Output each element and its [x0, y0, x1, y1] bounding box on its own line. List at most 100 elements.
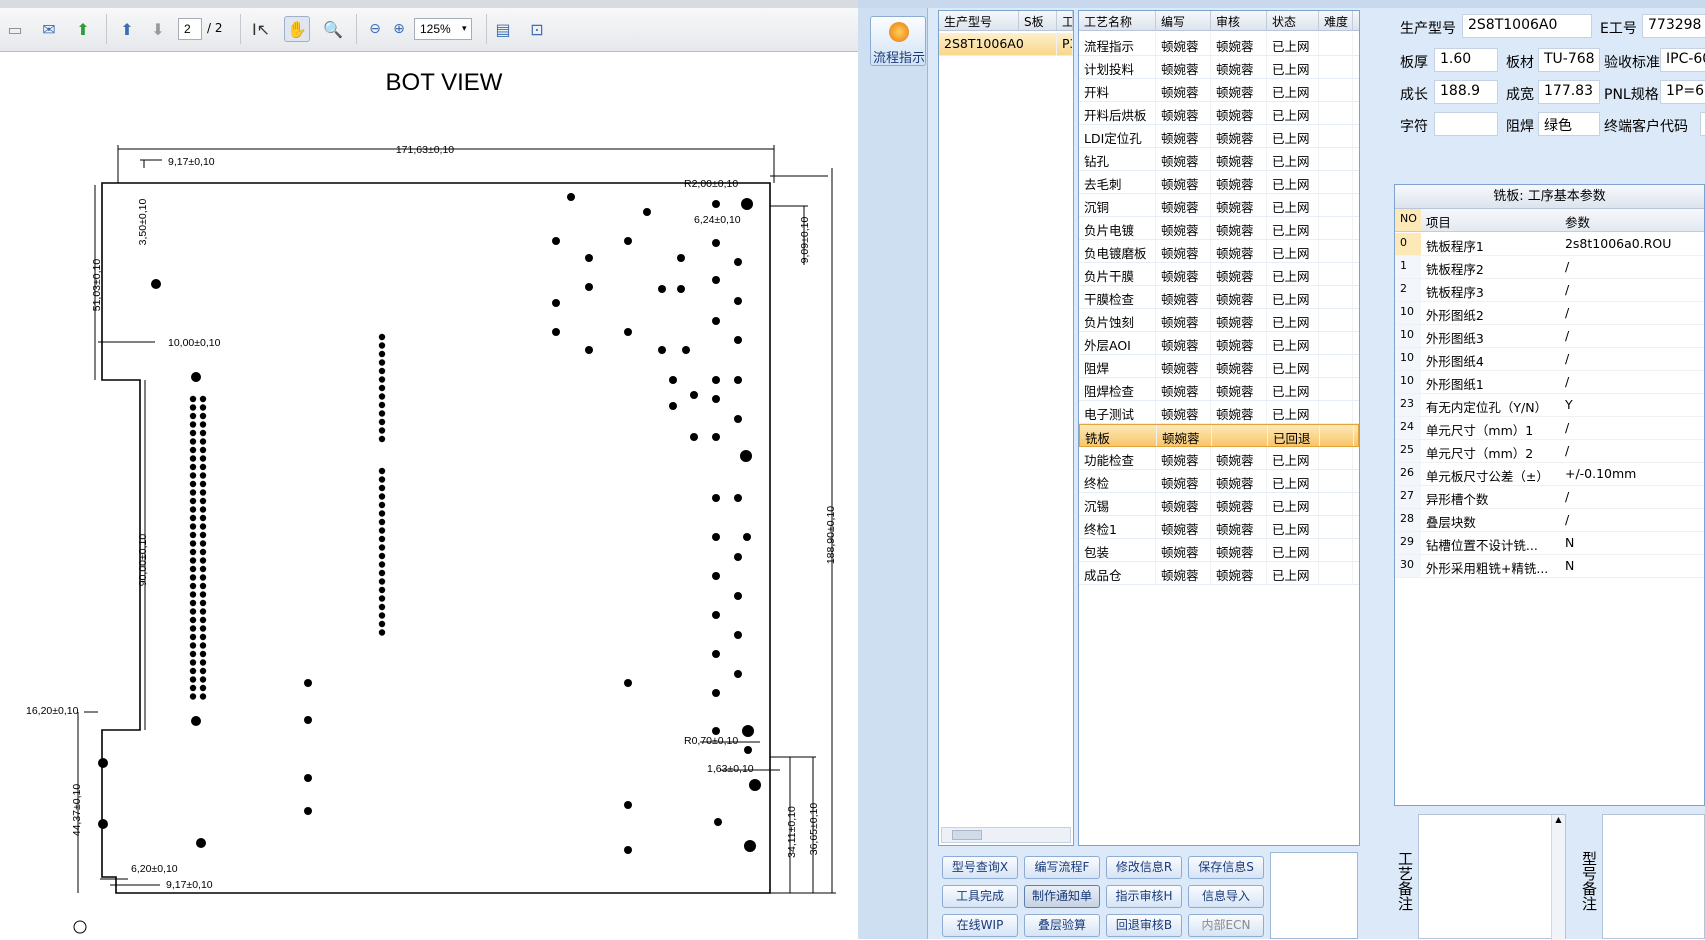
zoom-out-icon[interactable]: ⊖ — [362, 16, 388, 42]
chevron-down-icon[interactable]: ▾ — [462, 24, 467, 34]
action-button[interactable]: 修改信息R — [1106, 856, 1182, 879]
param-row[interactable]: 10 外形图纸4 / — [1395, 348, 1704, 371]
model-field[interactable]: 2S8T1006A0 — [1462, 14, 1592, 38]
action-button[interactable]: 型号查询X — [942, 856, 1018, 879]
process-row[interactable]: 负电镀磨板 顿婉蓉 顿婉蓉 已上网 — [1079, 240, 1359, 263]
model-note-textarea[interactable] — [1602, 814, 1705, 939]
drill-hole — [189, 574, 197, 581]
process-row[interactable]: 阻焊 顿婉蓉 顿婉蓉 已上网 — [1079, 355, 1359, 378]
drill-hole — [189, 650, 197, 658]
save-icon[interactable]: ▭ — [2, 16, 28, 42]
action-button[interactable]: 在线WIP — [942, 914, 1018, 937]
action-button[interactable]: 编写流程F — [1024, 856, 1100, 879]
fit-width-icon[interactable]: ⊡ — [524, 16, 550, 42]
pnl-field[interactable]: 1P=6U — [1660, 80, 1705, 104]
horizontal-scrollbar[interactable] — [941, 827, 1071, 843]
action-button[interactable]: 保存信息S — [1188, 856, 1264, 879]
column-header[interactable]: 编写 — [1156, 11, 1211, 30]
process-row[interactable]: 功能检查 顿婉蓉 顿婉蓉 已上网 — [1079, 447, 1359, 470]
fit-page-icon[interactable]: ▤ — [490, 16, 516, 42]
column-header[interactable]: NO — [1395, 209, 1421, 231]
column-header[interactable]: 工艺名称 — [1079, 11, 1156, 30]
email-icon[interactable]: ✉ — [36, 16, 62, 42]
drill-hole — [189, 472, 197, 479]
process-row[interactable]: 计划投料 顿婉蓉 顿婉蓉 已上网 — [1079, 56, 1359, 79]
prev-page-icon[interactable]: ⬆ — [114, 16, 140, 42]
column-header[interactable]: 审核 — [1211, 11, 1267, 30]
zoom-in-icon[interactable]: ⊕ — [386, 16, 412, 42]
process-row[interactable]: 负片蚀刻 顿婉蓉 顿婉蓉 已上网 — [1079, 309, 1359, 332]
action-button[interactable]: 制作通知单 — [1024, 885, 1100, 908]
customer-field[interactable] — [1700, 112, 1705, 136]
process-row[interactable]: 负片电镀 顿婉蓉 顿婉蓉 已上网 — [1079, 217, 1359, 240]
column-header[interactable]: S板 — [1019, 11, 1057, 30]
thickness-field[interactable]: 1.60 — [1434, 48, 1498, 72]
length-field[interactable]: 188.9 — [1434, 80, 1498, 104]
material-field[interactable]: TU-768 — [1538, 48, 1600, 72]
column-header[interactable]: 项目 — [1421, 209, 1560, 231]
param-cell: 钻槽位置不设计铣... — [1425, 538, 1538, 553]
column-header[interactable]: 难度 — [1319, 11, 1353, 30]
char-field[interactable] — [1434, 112, 1498, 136]
param-row[interactable]: 10 外形图纸1 / — [1395, 371, 1704, 394]
upload-icon[interactable]: ⬆ — [70, 16, 96, 42]
action-button[interactable]: 信息导入 — [1188, 885, 1264, 908]
text-select-icon[interactable]: I↖ — [248, 16, 274, 42]
column-header[interactable]: 状态 — [1267, 11, 1319, 30]
param-row[interactable]: 10 外形图纸3 / — [1395, 325, 1704, 348]
process-row[interactable]: 开料 顿婉蓉 顿婉蓉 已上网 — [1079, 79, 1359, 102]
action-button[interactable]: 回退审核B — [1106, 914, 1182, 937]
process-row[interactable]: 铣板 顿婉蓉 已回退 — [1079, 424, 1359, 447]
process-row[interactable]: 外层AOI 顿婉蓉 顿婉蓉 已上网 — [1079, 332, 1359, 355]
hand-tool-icon[interactable]: ✋ — [284, 16, 310, 42]
column-header[interactable]: 生产型号 — [939, 11, 1019, 30]
process-row[interactable]: 包装 顿婉蓉 顿婉蓉 已上网 — [1079, 539, 1359, 562]
next-page-icon[interactable]: ⬇ — [145, 16, 171, 42]
column-header[interactable]: 参数 — [1560, 209, 1704, 231]
param-row[interactable]: 10 外形图纸2 / — [1395, 302, 1704, 325]
param-row[interactable]: 2 铣板程序3 / — [1395, 279, 1704, 302]
param-row[interactable]: 0 铣板程序1 2s8t1006a0.ROU — [1395, 233, 1704, 256]
process-row[interactable]: 流程指示 顿婉蓉 顿婉蓉 已上网 — [1079, 33, 1359, 56]
scrollbar-thumb[interactable] — [952, 830, 982, 840]
zoom-tool-icon[interactable]: 🔍 — [320, 16, 346, 42]
process-row[interactable]: 负片干膜 顿婉蓉 顿婉蓉 已上网 — [1079, 263, 1359, 286]
model-row[interactable]: 2S8T1006A0 P3 — [939, 33, 1073, 56]
param-row[interactable]: 29 钻槽位置不设计铣... N — [1395, 532, 1704, 555]
process-row[interactable]: 开料后烘板 顿婉蓉 顿婉蓉 已上网 — [1079, 102, 1359, 125]
process-cell — [1319, 401, 1353, 423]
param-row[interactable]: 27 异形槽个数 / — [1395, 486, 1704, 509]
action-button[interactable]: 内部ECN — [1188, 914, 1264, 937]
process-row[interactable]: 干膜检查 顿婉蓉 顿婉蓉 已上网 — [1079, 286, 1359, 309]
action-button[interactable]: 工具完成 — [942, 885, 1018, 908]
process-row[interactable]: 钻孔 顿婉蓉 顿婉蓉 已上网 — [1079, 148, 1359, 171]
process-row[interactable]: 沉锡 顿婉蓉 顿婉蓉 已上网 — [1079, 493, 1359, 516]
scrollbar[interactable]: ▲ — [1551, 815, 1565, 940]
action-button[interactable]: 叠层验算 — [1024, 914, 1100, 937]
nav-process-button[interactable]: 流程指示 — [870, 16, 926, 66]
process-row[interactable]: LDI定位孔 顿婉蓉 顿婉蓉 已上网 — [1079, 125, 1359, 148]
process-row[interactable]: 去毛刺 顿婉蓉 顿婉蓉 已上网 — [1079, 171, 1359, 194]
eno-field[interactable]: 773298 — [1642, 14, 1705, 38]
param-row[interactable]: 25 单元尺寸（mm）2 / — [1395, 440, 1704, 463]
param-row[interactable]: 23 有无内定位孔（Y/N） Y — [1395, 394, 1704, 417]
mask-field[interactable]: 绿色 — [1538, 112, 1600, 136]
standard-field[interactable]: IPC-60 — [1660, 48, 1705, 72]
process-row[interactable]: 沉铜 顿婉蓉 顿婉蓉 已上网 — [1079, 194, 1359, 217]
action-button[interactable]: 指示审核H — [1106, 885, 1182, 908]
process-row[interactable]: 终检1 顿婉蓉 顿婉蓉 已上网 — [1079, 516, 1359, 539]
param-row[interactable]: 26 单元板尺寸公差（±） +/-0.10mm — [1395, 463, 1704, 486]
drill-hole — [199, 540, 207, 547]
process-row[interactable]: 电子测试 顿婉蓉 顿婉蓉 已上网 — [1079, 401, 1359, 424]
param-row[interactable]: 30 外形采用粗铣+精铣... N — [1395, 555, 1704, 578]
page-number-input[interactable] — [178, 18, 202, 40]
process-row[interactable]: 阻焊检查 顿婉蓉 顿婉蓉 已上网 — [1079, 378, 1359, 401]
param-row[interactable]: 28 叠层块数 / — [1395, 509, 1704, 532]
process-row[interactable]: 终检 顿婉蓉 顿婉蓉 已上网 — [1079, 470, 1359, 493]
process-row[interactable]: 成品仓 顿婉蓉 顿婉蓉 已上网 — [1079, 562, 1359, 585]
param-row[interactable]: 24 单元尺寸（mm）1 / — [1395, 417, 1704, 440]
process-note-textarea[interactable]: ▲ — [1418, 814, 1566, 940]
param-row[interactable]: 1 铣板程序2 / — [1395, 256, 1704, 279]
width-field[interactable]: 177.83 — [1538, 80, 1600, 104]
column-header[interactable]: 工 — [1057, 11, 1073, 30]
